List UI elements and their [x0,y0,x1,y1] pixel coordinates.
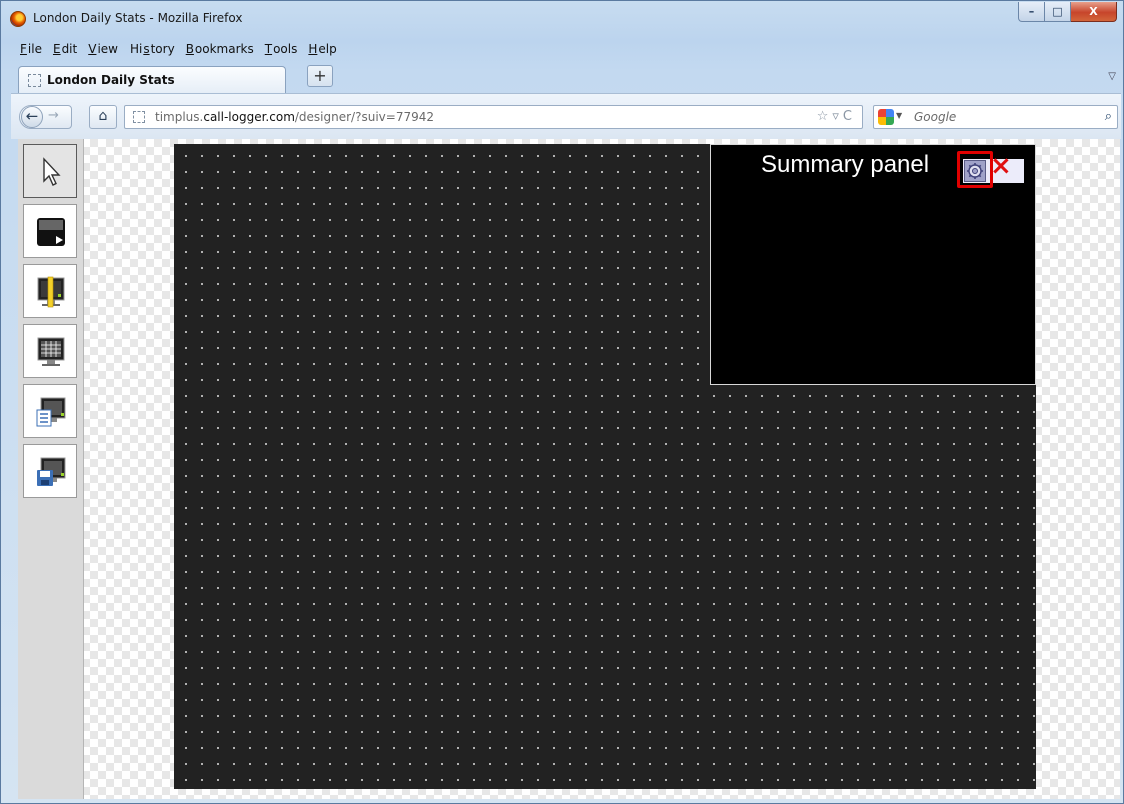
menu-tools[interactable]: Tools [264,42,300,56]
window-title: London Daily Stats - Mozilla Firefox [33,11,243,25]
browser-window: London Daily Stats - Mozilla Firefox – □… [0,0,1124,804]
new-tab-button[interactable]: + [307,65,333,87]
pointer-tool[interactable] [23,144,77,198]
monitor-list-icon [36,397,66,427]
firefox-logo-icon[interactable] [10,11,26,27]
menu-edit[interactable]: Edit [52,42,79,56]
gauge-panel-tool[interactable] [23,264,77,318]
grid-panel-tool[interactable] [23,324,77,378]
google-engine-icon[interactable] [878,109,894,125]
close-window-button[interactable]: X [1071,2,1117,22]
bookmark-star-icon[interactable]: ☆▿C [817,109,856,124]
monitor-save-icon [37,457,66,486]
search-input[interactable]: Google [914,110,956,124]
list-panel-tool[interactable] [23,384,77,438]
cursor-arrow-icon [43,157,61,186]
navigation-bar: ← → ⌂ timplus.call-logger.com/designer/?… [11,93,1121,139]
maximize-button[interactable]: □ [1045,2,1071,22]
menu-help[interactable]: Help [307,42,338,56]
back-forward-group: ← → [19,105,72,129]
menu-bar: File Edit View History Bookmarks Tools H… [19,42,339,56]
menu-file[interactable]: File [19,42,44,56]
monitor-play-icon [37,218,65,246]
search-icon[interactable]: ⌕ [1105,109,1112,124]
home-button[interactable]: ⌂ [89,105,117,129]
url-text[interactable]: timplus.call-logger.com/designer/?suiv=7… [155,110,434,124]
video-panel-tool[interactable] [23,204,77,258]
page-favicon-icon [28,74,41,87]
list-all-tabs-icon[interactable]: ▽ [1108,71,1116,82]
panel-close-icon[interactable]: × [990,153,1012,179]
tab-london-daily-stats[interactable]: London Daily Stats [18,66,286,93]
window-controls: – □ X [1018,2,1117,22]
menu-bookmarks[interactable]: Bookmarks [185,42,256,56]
summary-panel[interactable]: Summary panel × [710,144,1036,385]
minimize-button[interactable]: – [1018,2,1045,22]
monitor-grid-icon [37,337,65,366]
menu-history[interactable]: History [128,42,177,56]
designer-toolbox [18,139,84,799]
site-identity-icon[interactable] [133,111,145,123]
tab-label: London Daily Stats [47,73,175,87]
forward-button[interactable]: → [48,108,59,123]
design-canvas[interactable]: Summary panel × [174,144,1036,789]
page-content: Summary panel × [18,139,1120,799]
panel-title: Summary panel [761,151,930,178]
menu-view[interactable]: View [87,42,120,56]
monitor-ruler-icon [37,276,65,308]
back-button[interactable]: ← [21,106,43,128]
tab-strip: London Daily Stats + ▽ [18,65,1122,93]
engine-dropdown-icon[interactable]: ▼ [896,111,902,120]
settings-highlight-box [957,151,993,188]
search-bar[interactable]: ▼ Google ⌕ [873,105,1118,129]
save-tool[interactable] [23,444,77,498]
url-bar[interactable]: timplus.call-logger.com/designer/?suiv=7… [124,105,863,129]
title-bar: London Daily Stats - Mozilla Firefox – □… [1,1,1123,37]
